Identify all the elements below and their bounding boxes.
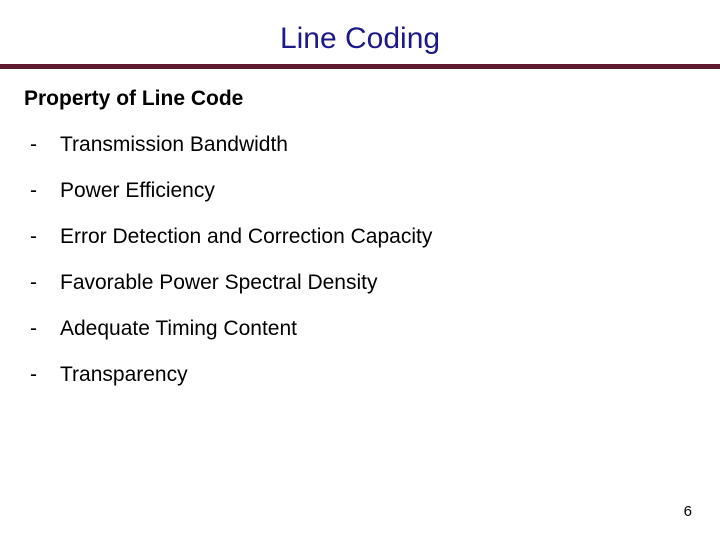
- list-item-text: Error Detection and Correction Capacity: [60, 225, 432, 249]
- bullet-dash-icon: -: [30, 133, 48, 157]
- bullet-dash-icon: -: [30, 179, 48, 203]
- bullet-dash-icon: -: [30, 225, 48, 249]
- content-area: Property of Line Code - Transmission Ban…: [0, 69, 720, 387]
- bullet-dash-icon: -: [30, 363, 48, 387]
- list-item: - Power Efficiency: [24, 179, 696, 203]
- list-item-text: Transmission Bandwidth: [60, 133, 288, 157]
- section-subtitle: Property of Line Code: [24, 87, 696, 111]
- list-item: - Favorable Power Spectral Density: [24, 271, 696, 295]
- list-item-text: Power Efficiency: [60, 179, 215, 203]
- bullet-dash-icon: -: [30, 271, 48, 295]
- slide: Line Coding Property of Line Code - Tran…: [0, 0, 720, 540]
- list-item: - Transmission Bandwidth: [24, 133, 696, 157]
- list-item: - Transparency: [24, 363, 696, 387]
- page-number: 6: [684, 503, 692, 520]
- list-item: - Adequate Timing Content: [24, 317, 696, 341]
- list-item-text: Transparency: [60, 363, 188, 387]
- list-item-text: Adequate Timing Content: [60, 317, 297, 341]
- list-item-text: Favorable Power Spectral Density: [60, 271, 377, 295]
- slide-title: Line Coding: [0, 0, 720, 56]
- list-item: - Error Detection and Correction Capacit…: [24, 225, 696, 249]
- property-list: - Transmission Bandwidth - Power Efficie…: [24, 133, 696, 387]
- bullet-dash-icon: -: [30, 317, 48, 341]
